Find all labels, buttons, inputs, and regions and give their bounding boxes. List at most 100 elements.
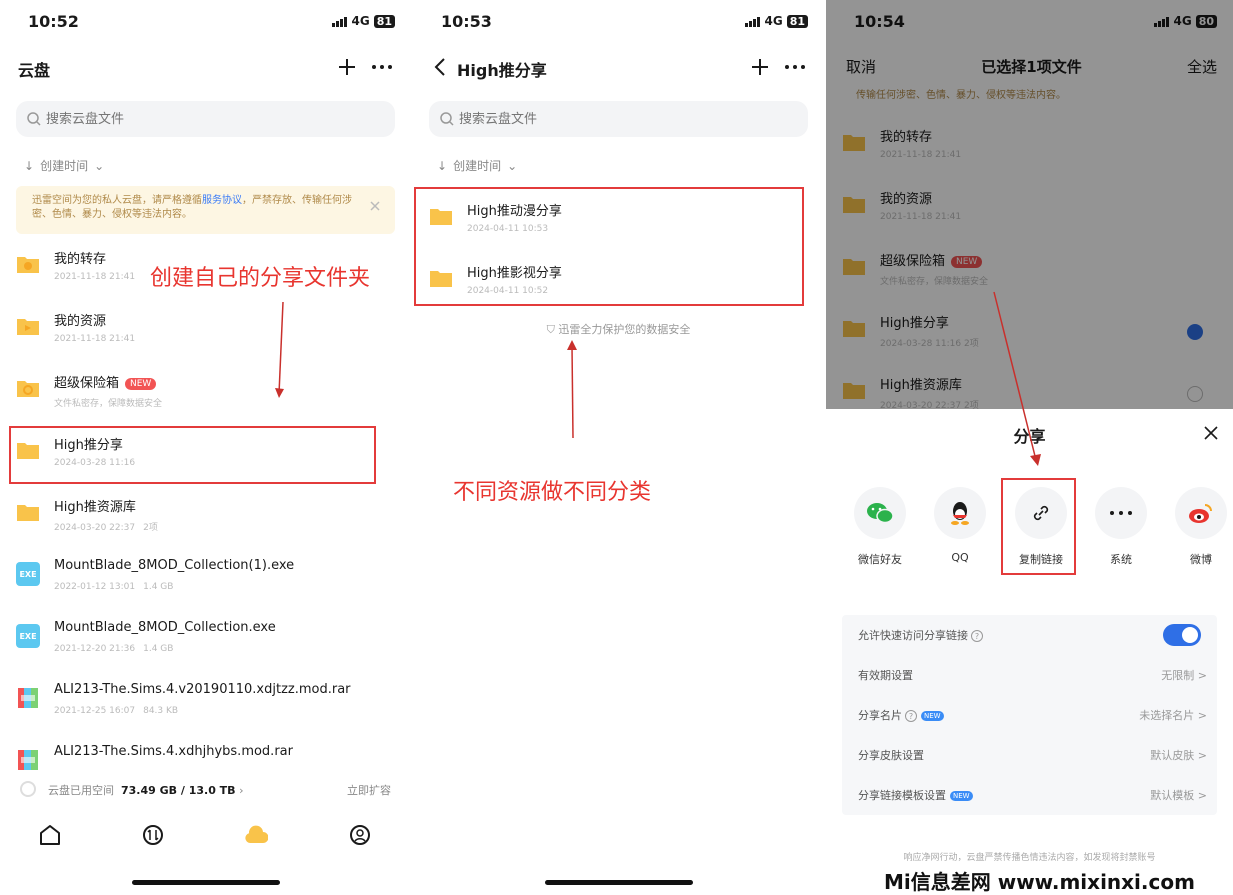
file-meta: 文件私密存，保障数据安全 xyxy=(54,399,163,409)
highlight-box xyxy=(414,187,804,306)
service-agreement-link[interactable]: 服务协议 xyxy=(202,195,242,206)
plus-icon[interactable] xyxy=(337,57,357,77)
panel-share-folder: 10:53 4G 81 High推分享 ↓ 创建时间 ⌄ High推动漫分享 2… xyxy=(413,0,824,889)
security-note: ⛉ 迅雷全力保护您的数据安全 xyxy=(546,323,691,336)
sort-arrow-icon: ↓ xyxy=(24,158,35,173)
setting-quick-access: 允许快速访问分享链接? xyxy=(858,624,1207,647)
list-item[interactable]: EXE MountBlade_8MOD_Collection(1).exe 20… xyxy=(16,554,395,610)
more-icon[interactable] xyxy=(371,57,393,77)
list-item[interactable]: 超级保险箱 NEW 文件私密存，保障数据安全 xyxy=(16,368,395,424)
page-title: High推分享 xyxy=(457,61,547,80)
weibo-icon xyxy=(1189,504,1212,523)
file-name: High推资源库 xyxy=(54,500,136,515)
annotation-text: 不同资源做不同分类 xyxy=(453,480,652,505)
status-time: 10:53 xyxy=(441,12,492,31)
expand-storage-button[interactable]: 立即扩容 xyxy=(347,782,391,798)
sort-label: 创建时间 xyxy=(453,159,502,173)
archive-file-icon xyxy=(18,750,38,770)
storage-label: 云盘已用空间 xyxy=(48,784,114,797)
more-icon xyxy=(1110,511,1132,515)
file-name: 我的资源 xyxy=(54,314,107,329)
home-icon[interactable] xyxy=(38,823,62,847)
wechat-icon xyxy=(867,503,894,524)
sort-control[interactable]: ↓ 创建时间 ⌄ xyxy=(437,157,517,174)
close-icon[interactable] xyxy=(1203,425,1219,441)
share-weibo-button[interactable]: 微博 xyxy=(1166,487,1233,567)
share-option-label: 系统 xyxy=(1110,553,1132,566)
list-item[interactable]: ALI213-The.Sims.4.v20190110.xdjtzz.mod.r… xyxy=(16,678,395,734)
storage-ring-icon xyxy=(20,781,36,797)
close-icon[interactable] xyxy=(369,200,381,212)
search-icon xyxy=(440,112,454,126)
annotation-arrow xyxy=(275,301,284,398)
transfer-icon[interactable] xyxy=(141,823,165,847)
share-option-label: QQ xyxy=(951,551,969,564)
storage-bar[interactable]: 云盘已用空间 73.49 GB / 13.0 TB › 立即扩容 xyxy=(16,776,395,802)
search-icon xyxy=(27,112,41,126)
safe-folder-icon xyxy=(17,381,39,397)
list-item[interactable]: 我的资源 2021-11-18 21:41 xyxy=(16,306,395,362)
back-icon[interactable] xyxy=(433,57,449,77)
highlight-box xyxy=(1001,478,1076,575)
sort-arrow-icon: ↓ xyxy=(437,158,448,173)
footnote: 响应净网行动，云盘严禁传播色情违法内容，如发现将封禁账号 xyxy=(903,853,1156,863)
file-meta: 2021-12-20 21:36 1.4 GB xyxy=(54,644,174,654)
title-bar: 云盘 xyxy=(18,54,393,82)
file-name: ALI213-The.Sims.4.xdhjhybs.mod.rar xyxy=(54,744,293,759)
chevron-right-icon: › xyxy=(239,784,244,797)
network-label: 4G xyxy=(764,14,783,28)
search-bar[interactable] xyxy=(429,101,808,137)
share-wechat-button[interactable]: 微信好友 xyxy=(845,487,915,567)
new-badge: NEW xyxy=(921,711,944,721)
folder-icon xyxy=(17,505,39,521)
file-name: MountBlade_8MOD_Collection(1).exe xyxy=(54,558,295,573)
highlight-box xyxy=(9,426,376,484)
list-item[interactable]: High推资源库 2024-03-20 22:37 2项 xyxy=(16,492,395,548)
setting-template[interactable]: 分享链接模板设置 NEW 默认模板 > xyxy=(858,787,1207,807)
folder-icon xyxy=(17,257,39,273)
status-time: 10:52 xyxy=(28,12,79,31)
file-name: MountBlade_8MOD_Collection.exe xyxy=(54,620,276,635)
signal-icon xyxy=(332,16,348,27)
file-name: 超级保险箱 NEW xyxy=(54,372,157,391)
chevron-down-icon: ⌄ xyxy=(507,158,518,173)
watermark: Mi信息差网 www.mixinxi.com xyxy=(884,870,1195,894)
plus-icon[interactable] xyxy=(750,57,770,77)
share-settings: 允许快速访问分享链接? 有效期设置 无限制 > 分享名片? NEW 未选择名片 >… xyxy=(842,615,1217,815)
status-bar: 10:53 4G 81 xyxy=(441,12,808,32)
cloud-icon[interactable] xyxy=(244,823,268,847)
search-input[interactable] xyxy=(46,101,350,137)
annotation-text: 创建自己的分享文件夹 xyxy=(150,266,371,291)
file-meta: 2024-03-20 22:37 2项 xyxy=(54,523,158,533)
battery-icon: 81 xyxy=(786,14,808,28)
help-icon[interactable]: ? xyxy=(905,710,917,722)
file-meta: 2021-11-18 21:41 xyxy=(54,334,136,344)
search-bar[interactable] xyxy=(16,101,395,137)
setting-skin[interactable]: 分享皮肤设置 默认皮肤 > xyxy=(858,747,1207,767)
list-item[interactable]: EXE MountBlade_8MOD_Collection.exe 2021-… xyxy=(16,616,395,672)
annotation-arrow xyxy=(567,340,577,439)
home-indicator xyxy=(131,880,280,885)
share-qq-button[interactable]: QQ xyxy=(925,487,995,567)
share-option-label: 微信好友 xyxy=(858,553,902,566)
bottom-nav xyxy=(0,818,411,858)
archive-file-icon xyxy=(18,688,38,708)
setting-expiry[interactable]: 有效期设置 无限制 > xyxy=(858,667,1207,687)
qq-icon xyxy=(951,502,969,525)
status-bar: 10:52 4G 81 xyxy=(28,12,395,32)
more-icon[interactable] xyxy=(784,57,806,77)
file-meta: 2021-12-25 16:07 84.3 KB xyxy=(54,706,179,716)
storage-value: 73.49 GB / 13.0 TB xyxy=(121,784,236,797)
sort-control[interactable]: ↓ 创建时间 ⌄ xyxy=(24,157,104,174)
share-system-button[interactable]: 系统 xyxy=(1086,487,1156,567)
file-meta: 2021-11-18 21:41 xyxy=(54,272,136,282)
search-input[interactable] xyxy=(459,101,763,137)
setting-card[interactable]: 分享名片? NEW 未选择名片 > xyxy=(858,707,1207,727)
file-name: ALI213-The.Sims.4.v20190110.xdjtzz.mod.r… xyxy=(54,682,351,697)
panel-share-sheet: 10:54 4G 80 取消 已选择1项文件 全选 传输任何涉密、色情、暴力、侵… xyxy=(826,0,1233,889)
help-icon[interactable]: ? xyxy=(971,630,983,642)
folder-icon xyxy=(17,319,39,335)
file-name: 我的转存 xyxy=(54,252,107,267)
profile-icon[interactable] xyxy=(348,823,372,847)
quick-access-toggle[interactable] xyxy=(1163,624,1201,646)
